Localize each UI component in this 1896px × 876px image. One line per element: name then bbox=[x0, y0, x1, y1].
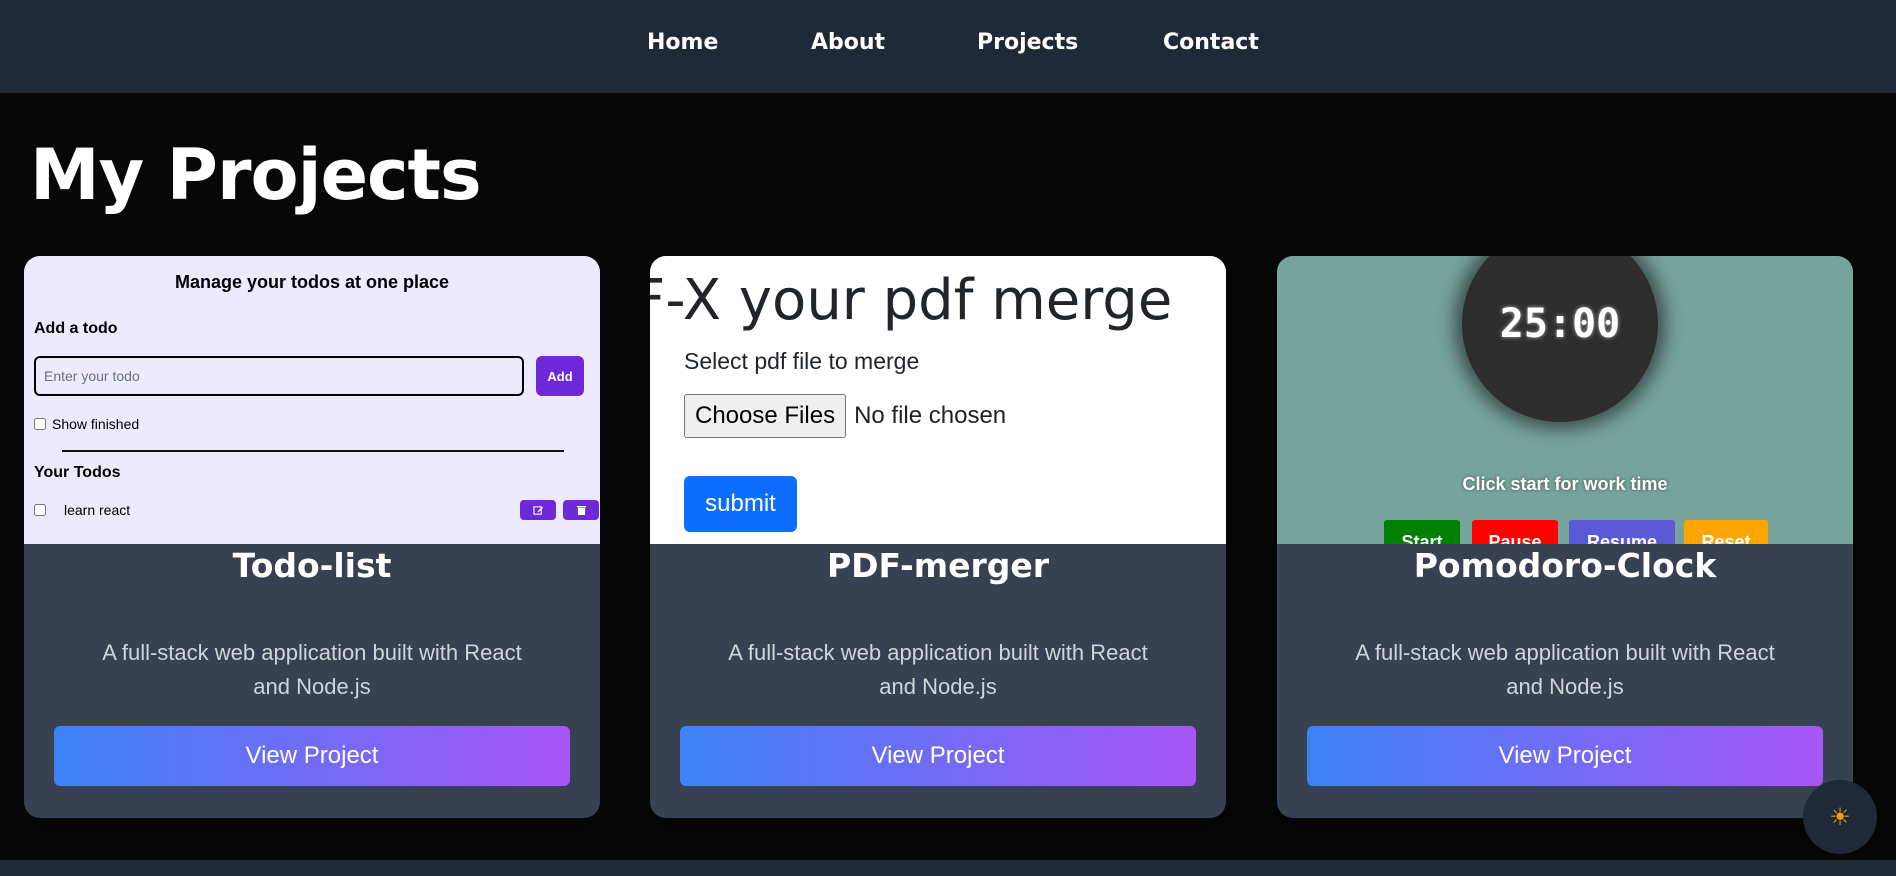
view-project-button[interactable]: View Project bbox=[54, 726, 570, 786]
view-project-button[interactable]: View Project bbox=[680, 726, 1196, 786]
project-card-todo-list: Manage your todos at one place Add a tod… bbox=[24, 256, 600, 818]
show-finished-toggle[interactable]: Show finished bbox=[34, 416, 139, 432]
todo-list-heading: Your Todos bbox=[34, 464, 121, 481]
pdf-submit-button[interactable]: submit bbox=[684, 476, 797, 532]
timer-hint: Click start for work time bbox=[1462, 474, 1668, 494]
todo-add-button[interactable]: Add bbox=[536, 356, 584, 396]
project-preview-pdf: DF-X your pdf merge Select pdf file to m… bbox=[650, 256, 1226, 544]
todo-divider bbox=[62, 450, 564, 452]
pdf-select-label: Select pdf file to merge bbox=[684, 348, 920, 374]
nav-contact-link[interactable]: Contact bbox=[1163, 30, 1259, 55]
todo-input[interactable] bbox=[34, 356, 524, 396]
project-description: A full-stack web application built with … bbox=[102, 640, 522, 699]
sun-icon: ☀ bbox=[1829, 803, 1851, 831]
timer-display: 25:00 bbox=[1499, 301, 1621, 347]
todo-preview-heading: Manage your todos at one place bbox=[174, 272, 450, 292]
page-title: My Projects bbox=[30, 134, 482, 216]
todo-list-item: learn react bbox=[34, 500, 599, 520]
theme-toggle-button[interactable]: ☀ bbox=[1803, 780, 1877, 854]
choose-files-button[interactable]: Choose Files bbox=[684, 394, 847, 438]
pdf-file-picker: Choose Files No file chosen bbox=[684, 394, 1006, 438]
navbar: Home About Projects Contact bbox=[0, 0, 1896, 93]
file-status: No file chosen bbox=[854, 402, 1007, 429]
todo-item-checkbox[interactable] bbox=[34, 504, 46, 516]
project-preview-pomodoro: 25:00 Click start for work time Start Pa… bbox=[1277, 256, 1853, 544]
project-description: A full-stack web application built with … bbox=[728, 640, 1148, 699]
project-card-pdf-merger: DF-X your pdf merge Select pdf file to m… bbox=[650, 256, 1226, 818]
pdf-preview-heading: DF-X your pdf merge bbox=[650, 268, 1173, 333]
view-project-button[interactable]: View Project bbox=[1307, 726, 1823, 786]
timer-pause-button[interactable]: Pause bbox=[1472, 520, 1558, 544]
todo-edit-button[interactable] bbox=[520, 500, 556, 520]
timer-reset-button[interactable]: Reset bbox=[1684, 520, 1768, 544]
footer bbox=[0, 860, 1896, 876]
todo-item-text: learn react bbox=[64, 502, 131, 518]
project-description: A full-stack web application built with … bbox=[1355, 640, 1775, 699]
project-title: PDF-merger bbox=[826, 546, 1050, 585]
trash-icon bbox=[576, 505, 586, 515]
nav-about-link[interactable]: About bbox=[811, 30, 885, 55]
edit-icon bbox=[532, 505, 543, 515]
show-finished-label: Show finished bbox=[52, 416, 140, 432]
project-card-pomodoro-clock: 25:00 Click start for work time Start Pa… bbox=[1277, 256, 1853, 818]
todo-delete-button[interactable] bbox=[563, 500, 599, 520]
project-title: Pomodoro-Clock bbox=[1413, 546, 1717, 585]
timer-start-button[interactable]: Start bbox=[1384, 520, 1460, 544]
nav-home-link[interactable]: Home bbox=[647, 30, 718, 55]
timer-resume-button[interactable]: Resume bbox=[1569, 520, 1675, 544]
show-finished-checkbox[interactable] bbox=[34, 418, 46, 430]
project-title: Todo-list bbox=[232, 546, 392, 585]
nav-projects-link[interactable]: Projects bbox=[977, 30, 1078, 55]
todo-add-label: Add a todo bbox=[34, 320, 118, 337]
project-preview-todo: Manage your todos at one place Add a tod… bbox=[24, 256, 600, 544]
